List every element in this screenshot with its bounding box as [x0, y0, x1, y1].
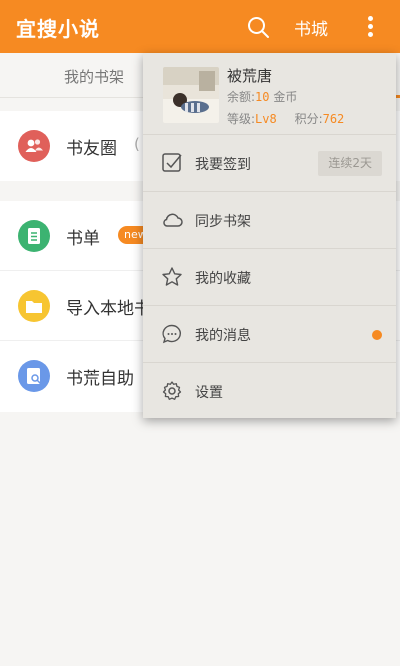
- menu-item-label: 我的收藏: [195, 271, 251, 287]
- balance-line: 余额:10 金币: [227, 88, 297, 105]
- menu-item-sync-shelf[interactable]: 同步书架: [143, 192, 396, 249]
- list-item-label: 书荒自助: [66, 369, 134, 389]
- menu-item-checkin[interactable]: 我要签到 连续2天: [143, 135, 396, 192]
- list-item-label: 书单: [66, 229, 100, 249]
- user-profile[interactable]: 被荒唐 余额:10 金币 等级:Lv8 积分:762: [143, 53, 396, 135]
- menu-item-label: 同步书架: [195, 214, 251, 230]
- more-menu-icon[interactable]: [364, 13, 378, 41]
- search-icon[interactable]: [246, 15, 270, 39]
- points-label: 积分:: [294, 112, 323, 126]
- avatar: [163, 67, 219, 123]
- star-icon: [162, 267, 182, 286]
- level-value: Lv8: [255, 112, 277, 126]
- bookstore-button[interactable]: 书城: [294, 15, 328, 40]
- level-label: 等级:: [227, 112, 256, 126]
- checkin-icon: [162, 153, 182, 172]
- list-item-label: 书友圈: [66, 139, 117, 159]
- balance-value: 10: [255, 90, 270, 104]
- count-paren: (: [134, 135, 140, 153]
- balance-label: 余额:: [227, 90, 256, 104]
- menu-item-label: 我的消息: [195, 328, 251, 344]
- balance-unit: 金币: [269, 90, 298, 104]
- app-title: 宜搜小说: [16, 17, 100, 41]
- cloud-icon: [163, 213, 183, 227]
- unread-dot: [372, 330, 382, 340]
- menu-item-label: 我要签到: [195, 157, 251, 173]
- overflow-menu: 被荒唐 余额:10 金币 等级:Lv8 积分:762 我要签到 连续2天 同步书…: [143, 53, 396, 418]
- app-bar: 宜搜小说 书城: [0, 0, 400, 53]
- menu-item-favorites[interactable]: 我的收藏: [143, 249, 396, 306]
- menu-item-label: 设置: [195, 385, 223, 401]
- gear-icon: [162, 381, 182, 400]
- username: 被荒唐: [227, 67, 273, 85]
- points-value: 762: [322, 112, 345, 126]
- list-icon: [18, 220, 50, 252]
- menu-item-messages[interactable]: 我的消息: [143, 306, 396, 363]
- folder-icon: [18, 290, 50, 322]
- list-item-label: 导入本地书: [66, 299, 151, 319]
- level-line: 等级:Lv8 积分:762: [227, 110, 344, 127]
- message-icon: [162, 324, 181, 344]
- menu-item-settings[interactable]: 设置: [143, 363, 396, 420]
- checkin-streak-button[interactable]: 连续2天: [318, 151, 382, 176]
- book-search-icon: [18, 360, 50, 392]
- users-icon: [18, 130, 50, 162]
- tab-my-bookshelf[interactable]: 我的书架: [64, 66, 124, 87]
